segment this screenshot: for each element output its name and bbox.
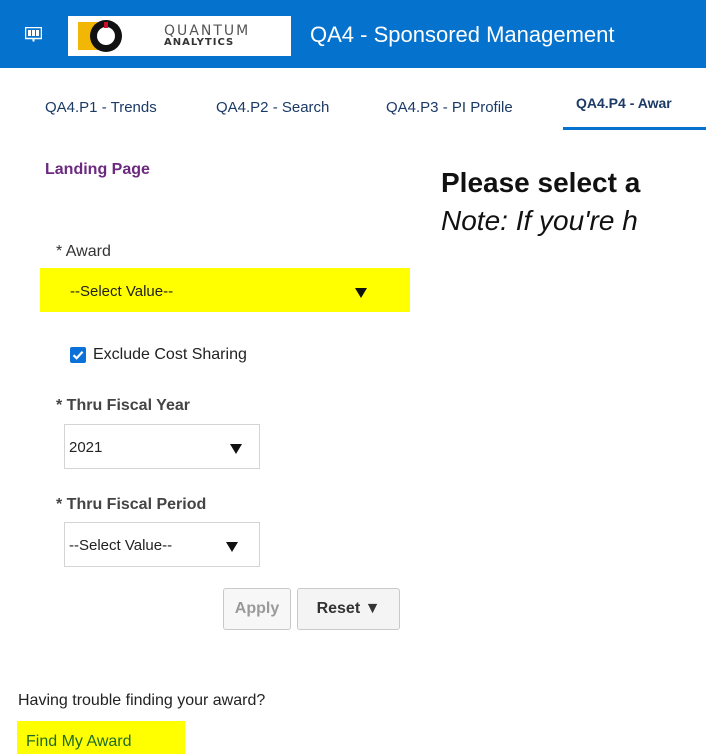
logo-mark-icon <box>78 20 122 52</box>
fiscal-year-select[interactable]: 2021 <box>64 424 260 469</box>
logo-word-analytics: ANALYTICS <box>164 37 235 48</box>
fiscal-year-label: * Thru Fiscal Year <box>56 397 190 414</box>
main-heading: Please select a <box>441 167 641 198</box>
fiscal-year-value: 2021 <box>69 439 103 456</box>
award-label: * Award <box>56 243 111 260</box>
fiscal-period-label: * Thru Fiscal Period <box>56 496 207 513</box>
landing-page-label: Landing Page <box>45 161 150 178</box>
exclude-cost-sharing-checkbox[interactable] <box>70 347 86 363</box>
dashboard-icon[interactable] <box>25 27 42 42</box>
award-select[interactable]: --Select Value-- <box>66 268 388 314</box>
tab-search[interactable]: QA4.P2 - Search <box>216 99 329 116</box>
fiscal-period-select[interactable]: --Select Value-- <box>64 522 260 567</box>
trouble-text: Having trouble finding your award? <box>18 692 266 709</box>
chevron-down-icon <box>230 444 242 454</box>
checkmark-icon <box>72 351 84 360</box>
quantum-analytics-logo: QUANTUM ANALYTICS <box>68 16 291 56</box>
reset-button[interactable]: Reset ▼ <box>297 588 400 630</box>
active-tab-underline <box>563 127 706 130</box>
main-note: Note: If you're h <box>441 205 638 236</box>
tab-pi-profile[interactable]: QA4.P3 - PI Profile <box>386 99 513 116</box>
award-select-value: --Select Value-- <box>70 283 174 300</box>
fiscal-period-value: --Select Value-- <box>69 537 173 554</box>
tab-trends[interactable]: QA4.P1 - Trends <box>45 99 157 116</box>
find-my-award-link[interactable]: Find My Award <box>26 733 132 751</box>
apply-button[interactable]: Apply <box>223 588 291 630</box>
tab-awards[interactable]: QA4.P4 - Awar <box>576 95 672 111</box>
chevron-down-icon <box>355 288 367 298</box>
exclude-cost-sharing-label: Exclude Cost Sharing <box>93 346 247 363</box>
chevron-down-icon <box>226 542 238 552</box>
dashboard-tabs: QA4.P1 - Trends QA4.P2 - Search QA4.P3 -… <box>0 68 706 130</box>
app-title: QA4 - Sponsored Management <box>310 22 615 47</box>
app-header: QUANTUM ANALYTICS QA4 - Sponsored Manage… <box>0 0 706 68</box>
